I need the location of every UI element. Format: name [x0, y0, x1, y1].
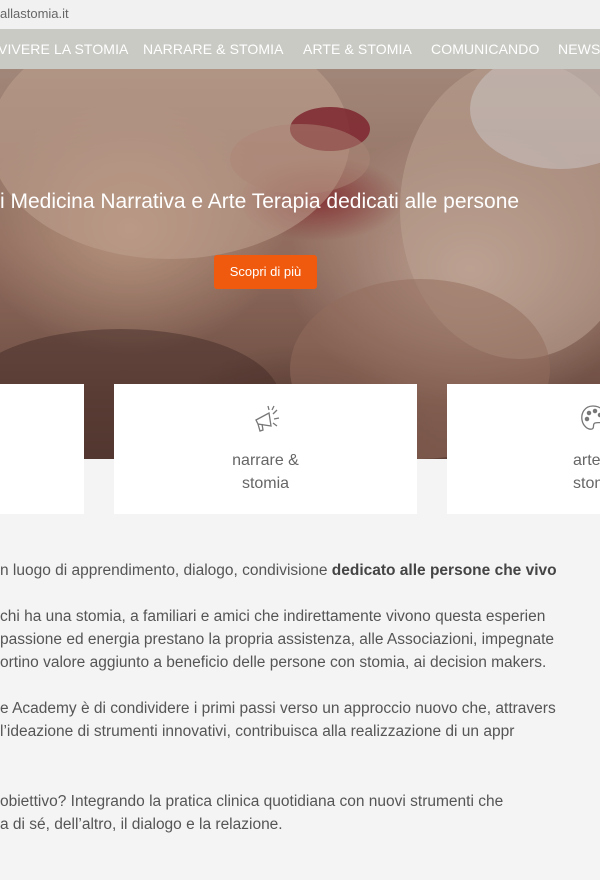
audience-line-3: ortino valore aggiunto a beneficio delle…: [0, 654, 547, 671]
main-nav: VIVERE LA STOMIA NARRARE & STOMIA ARTE &…: [0, 29, 600, 69]
card-label: arte stom: [573, 449, 600, 495]
card-label-line1: narrare &: [232, 452, 299, 469]
learn-more-button[interactable]: Scopri di più: [214, 255, 317, 289]
objective-line-1: obiettivo? Integrando la pratica clinica…: [0, 793, 504, 810]
card-label: narrare & stomia: [114, 449, 417, 495]
megaphone-icon: [251, 404, 281, 439]
card-arte-stomia[interactable]: arte stom: [447, 384, 600, 514]
card-label-line2: stomia: [241, 475, 290, 492]
nav-item-vivere-la-stomia[interactable]: VIVERE LA STOMIA: [0, 41, 129, 57]
intro-text: n luogo di apprendimento, dialogo, condi…: [0, 562, 332, 579]
mission-line-1: e Academy è di condividere i primi passi…: [0, 700, 556, 717]
intro-text-bold: dedicato alle persone che vivo: [331, 562, 557, 579]
nav-item-arte-stomia[interactable]: ARTE & STOMIA: [303, 41, 412, 57]
hero-title: i Medicina Narrativa e Arte Terapia dedi…: [0, 190, 520, 213]
intro-paragraph: n luogo di apprendimento, dialogo, condi…: [0, 559, 600, 582]
nav-item-narrare-stomia[interactable]: NARRARE & STOMIA: [143, 41, 284, 57]
audience-line-1: chi ha una stomia, a familiari e amici c…: [0, 608, 546, 625]
card-label-line1: arte: [573, 452, 600, 469]
nav-item-comunicando[interactable]: COMUNICANDO: [431, 41, 539, 57]
card-vivere-la-stomia[interactable]: [0, 384, 84, 514]
card-label-line2: stom: [573, 475, 600, 492]
nav-item-news[interactable]: NEWS: [558, 41, 600, 57]
mission-line-2: l’ideazione di strumenti innovativi, con…: [0, 723, 515, 740]
address-bar[interactable]: allastomia.it: [0, 0, 600, 29]
objective-line-2: a di sé, dell’altro, il dialogo e la rel…: [0, 816, 283, 833]
palette-icon: [580, 404, 600, 439]
card-narrare-stomia[interactable]: narrare & stomia: [114, 384, 417, 514]
audience-line-2: passione ed energia prestano la propria …: [0, 631, 555, 648]
url-text: allastomia.it: [0, 6, 69, 21]
